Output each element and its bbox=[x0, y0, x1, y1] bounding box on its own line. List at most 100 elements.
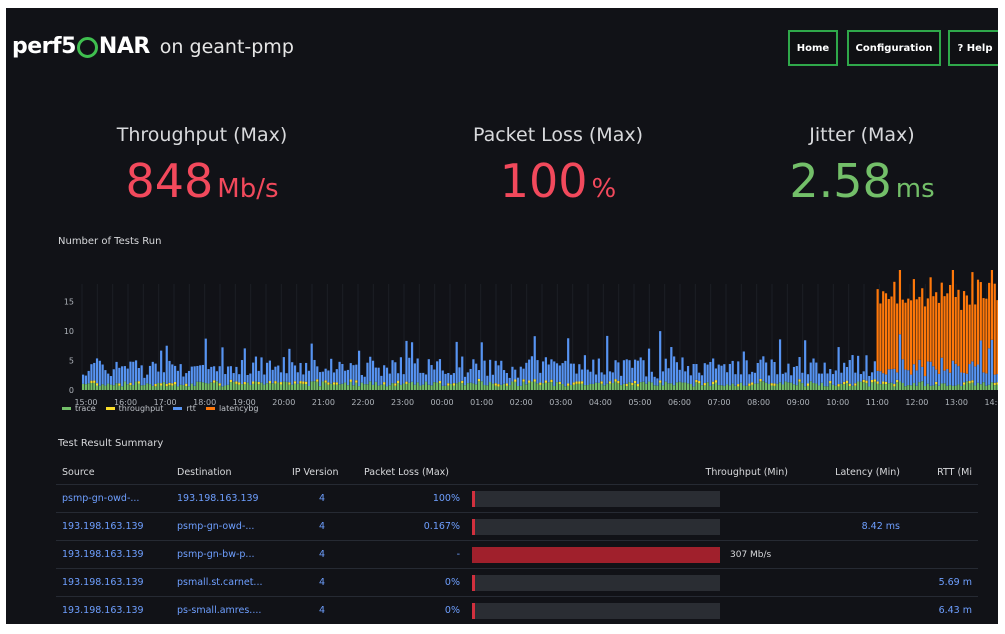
chart-bar bbox=[505, 383, 508, 386]
chart-bar bbox=[299, 383, 302, 390]
chart-bar bbox=[982, 298, 985, 373]
chart-bar bbox=[95, 385, 99, 390]
chart-bar bbox=[737, 384, 740, 387]
chart-bar bbox=[578, 364, 581, 382]
chart-bar bbox=[957, 384, 960, 390]
destination-cell[interactable]: 193.198.163.139 bbox=[171, 484, 286, 513]
throughput-stat-value: 848 Mb/s bbox=[125, 154, 279, 208]
chart-bar bbox=[751, 384, 754, 390]
table-row[interactable]: 193.198.163.139 psmp-gn-owd-... 4 0.167% 8.4… bbox=[56, 512, 978, 541]
table-row[interactable]: psmp-gn-owd-... 193.198.163.139 4 100% bbox=[56, 484, 978, 513]
chart-bar bbox=[870, 372, 874, 380]
chart-bar bbox=[636, 360, 639, 385]
chart-bar bbox=[675, 362, 679, 383]
chart-bar bbox=[374, 381, 377, 390]
chart-bar bbox=[815, 383, 818, 390]
source-cell[interactable]: 193.198.163.139 bbox=[56, 512, 171, 541]
destination-cell[interactable]: psmp-gn-owd-... bbox=[171, 512, 286, 541]
chart-bar bbox=[338, 384, 341, 390]
chart-bar bbox=[335, 382, 338, 385]
chart-bar bbox=[586, 385, 589, 390]
x-tick-label: 01:00 bbox=[470, 398, 493, 407]
throughput-bar bbox=[472, 574, 720, 591]
chart-bar bbox=[266, 362, 269, 384]
chart-bar bbox=[494, 383, 497, 386]
col-ip-version[interactable]: IP Version bbox=[286, 460, 358, 485]
chart-bar bbox=[940, 282, 943, 358]
chart-bar bbox=[107, 373, 110, 384]
chart-bar bbox=[199, 365, 202, 382]
chart-bar bbox=[698, 380, 701, 384]
x-tick-label: 10:00 bbox=[826, 398, 849, 407]
chart-bar bbox=[979, 282, 982, 341]
chart-bar bbox=[971, 380, 974, 383]
destination-cell[interactable]: psmp-gn-bw-p... bbox=[171, 540, 286, 569]
chart-bar bbox=[132, 361, 135, 386]
source-cell[interactable]: psmp-gn-owd-... bbox=[56, 484, 171, 513]
chart-bar bbox=[960, 309, 963, 373]
chart-bar bbox=[263, 384, 266, 390]
chart-bar bbox=[656, 385, 659, 390]
chart-bar bbox=[634, 380, 637, 384]
chart-bar bbox=[134, 381, 138, 390]
chart-bar bbox=[611, 372, 614, 383]
source-cell[interactable]: 193.198.163.139 bbox=[56, 568, 171, 597]
chart-bar bbox=[606, 335, 609, 384]
chart-bar bbox=[466, 372, 469, 384]
col-source[interactable]: Source bbox=[56, 460, 171, 485]
chart-bar bbox=[491, 374, 495, 384]
chart-bar bbox=[327, 370, 330, 383]
chart-bar bbox=[419, 385, 422, 390]
chart-bar bbox=[762, 356, 765, 382]
chart-bar bbox=[918, 359, 921, 383]
chart-bar bbox=[500, 384, 503, 390]
chart-bar bbox=[893, 368, 896, 385]
rtt-cell bbox=[906, 540, 978, 569]
col-throughput[interactable]: Throughput (Min) bbox=[466, 460, 794, 485]
destination-cell[interactable]: psmall.st.carnet... bbox=[171, 568, 286, 597]
source-cell[interactable]: 193.198.163.139 bbox=[56, 540, 171, 569]
chart-bar bbox=[369, 356, 372, 382]
chart-bar bbox=[458, 367, 461, 383]
chart-bar bbox=[773, 362, 776, 384]
home-button[interactable]: Home bbox=[788, 30, 838, 66]
table-row[interactable]: 193.198.163.139 psmp-gn-bw-p... 4- 307 Mb/s bbox=[56, 540, 978, 569]
col-latency[interactable]: Latency (Min) bbox=[794, 460, 906, 485]
chart-bar bbox=[678, 381, 681, 390]
chart-bar bbox=[870, 382, 874, 390]
chart-bar bbox=[946, 293, 949, 369]
help-button[interactable]: ? Help bbox=[948, 30, 998, 66]
chart-bar bbox=[625, 386, 628, 390]
chart-bar bbox=[926, 361, 929, 384]
col-destination[interactable]: Destination bbox=[171, 460, 286, 485]
chart-bar bbox=[868, 386, 871, 390]
chart-bar bbox=[288, 384, 291, 390]
chart-bar bbox=[129, 382, 132, 386]
destination-cell[interactable]: ps-small.amres.... bbox=[171, 596, 286, 624]
chart-bar bbox=[561, 383, 564, 390]
chart-bar bbox=[360, 375, 363, 383]
chart-bar bbox=[266, 383, 269, 390]
chart-bar bbox=[946, 385, 949, 390]
chart-bar bbox=[204, 383, 207, 390]
chart-bar bbox=[806, 383, 810, 386]
chart-bar bbox=[157, 371, 160, 383]
chart-bar bbox=[132, 385, 135, 390]
configuration-button[interactable]: Configuration bbox=[847, 30, 941, 66]
chart-bar bbox=[634, 359, 637, 381]
chart-bar bbox=[349, 363, 352, 380]
col-packet-loss[interactable]: Packet Loss (Max) bbox=[358, 460, 466, 485]
source-cell[interactable]: 193.198.163.139 bbox=[56, 596, 171, 624]
chart-bar bbox=[818, 373, 821, 386]
chart-bar bbox=[528, 382, 531, 390]
col-rtt[interactable]: RTT (Mi bbox=[906, 460, 978, 485]
packet-loss-cell: 0% bbox=[358, 568, 466, 597]
chart-bar bbox=[360, 382, 363, 390]
table-row[interactable]: 193.198.163.139 psmall.st.carnet... 4 0% 5.6… bbox=[56, 568, 978, 597]
chart-bar bbox=[990, 339, 994, 383]
chart-bar bbox=[748, 383, 751, 386]
chart-bar bbox=[737, 386, 740, 390]
chart-bar bbox=[196, 365, 199, 382]
chart-bar bbox=[859, 381, 863, 390]
table-row[interactable]: 193.198.163.139 ps-small.amres.... 4 0% 6.43… bbox=[56, 596, 978, 624]
